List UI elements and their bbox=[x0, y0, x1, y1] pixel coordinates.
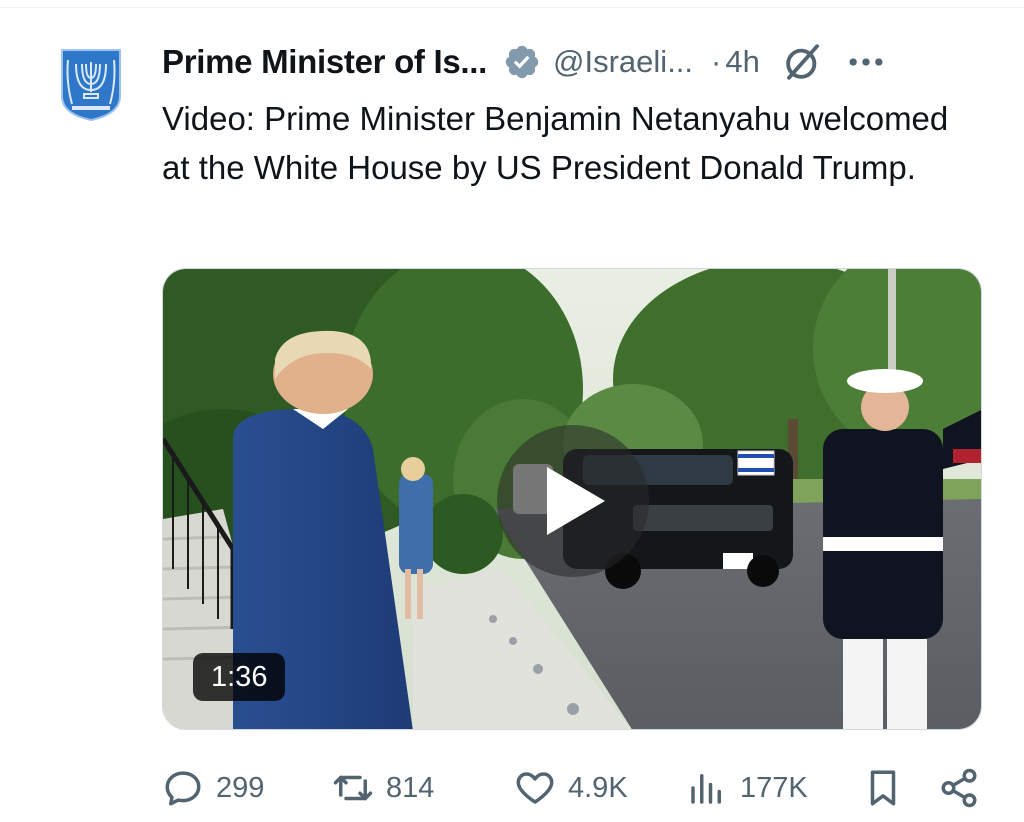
play-button[interactable] bbox=[497, 425, 649, 577]
share-icon bbox=[941, 768, 977, 808]
bookmark-icon bbox=[870, 770, 896, 806]
view-count: 177K bbox=[740, 771, 808, 804]
author-handle[interactable]: @Israeli... bbox=[553, 44, 693, 80]
video-player[interactable]: 1:36 bbox=[162, 268, 982, 730]
header-separator: · bbox=[711, 44, 722, 79]
repost-icon bbox=[333, 775, 373, 801]
menorah-emblem-icon bbox=[61, 49, 121, 122]
bookmark-button[interactable] bbox=[862, 760, 904, 816]
reply-count: 299 bbox=[216, 771, 265, 804]
tweet-text: Video: Prime Minister Benjamin Netanyahu… bbox=[162, 100, 949, 186]
top-divider bbox=[0, 0, 1024, 8]
tweet-timestamp[interactable]: 4h bbox=[725, 44, 759, 80]
repost-count: 814 bbox=[386, 771, 435, 804]
heart-icon bbox=[516, 772, 554, 804]
verified-badge-icon[interactable] bbox=[503, 43, 541, 81]
share-button[interactable] bbox=[938, 760, 980, 816]
grok-icon[interactable] bbox=[782, 41, 824, 83]
profile-avatar[interactable] bbox=[60, 48, 122, 122]
views-button[interactable]: 177K bbox=[686, 760, 808, 816]
reply-button[interactable]: 299 bbox=[162, 760, 264, 816]
play-icon bbox=[547, 467, 605, 535]
video-duration-badge: 1:36 bbox=[193, 653, 286, 701]
reply-icon bbox=[165, 771, 201, 806]
tweet-action-bar: 299 814 4.9K 177K bbox=[162, 760, 982, 816]
tweet-header: Prime Minister of Is... @Israeli... · 4h bbox=[162, 38, 1002, 86]
like-button[interactable]: 4.9K bbox=[514, 760, 628, 816]
author-name[interactable]: Prime Minister of Is... bbox=[162, 43, 487, 81]
repost-button[interactable]: 814 bbox=[332, 760, 434, 816]
more-options-icon[interactable] bbox=[844, 40, 888, 84]
views-chart-icon bbox=[691, 774, 721, 804]
like-count: 4.9K bbox=[568, 771, 628, 804]
